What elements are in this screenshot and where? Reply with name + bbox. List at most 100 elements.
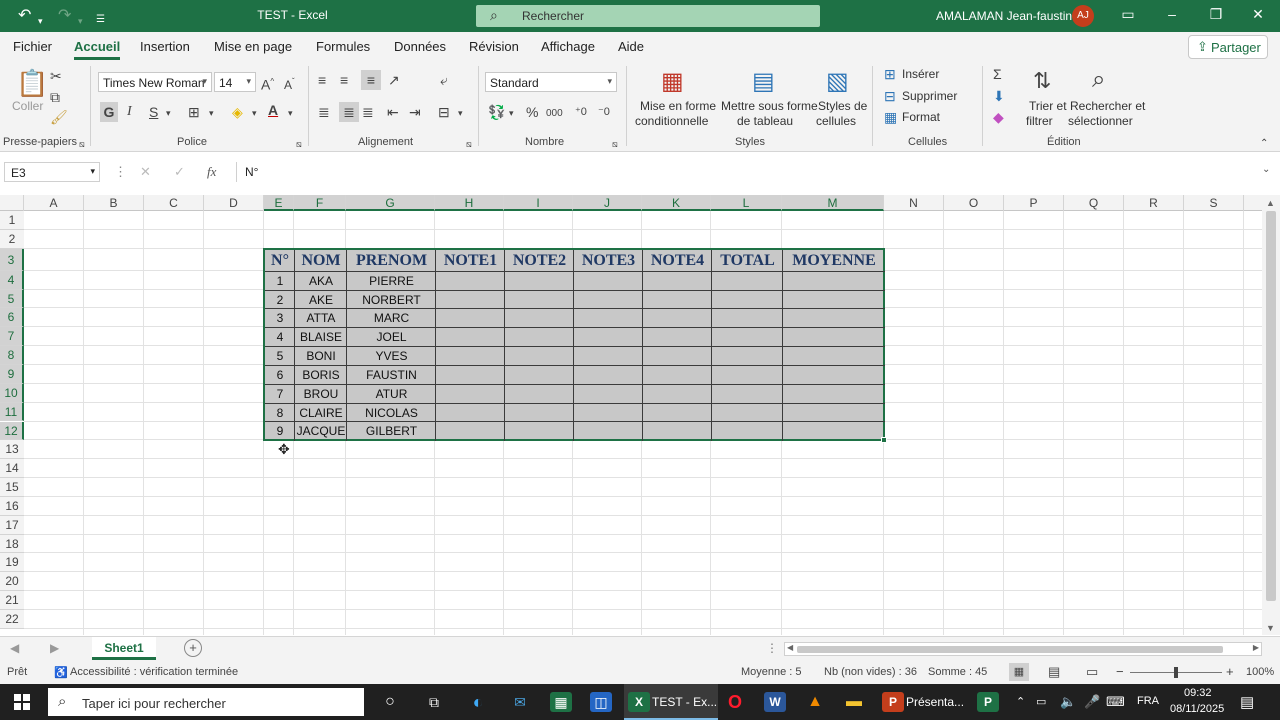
notifications-icon[interactable]: ▤ bbox=[1240, 693, 1254, 711]
wrap-text-icon[interactable]: ⤶ bbox=[440, 72, 448, 88]
share-button[interactable]: ⇪ Partager bbox=[1188, 35, 1268, 59]
mise-en-forme-label-2[interactable]: conditionnelle bbox=[635, 114, 708, 129]
row-header-15[interactable]: 15 bbox=[0, 478, 24, 497]
fill-color-icon[interactable]: ◈ bbox=[232, 104, 243, 120]
minimize-icon[interactable]: – bbox=[1162, 6, 1182, 22]
row-header-4[interactable]: 4 bbox=[0, 270, 24, 290]
ribbon-display-icon[interactable]: ▭ bbox=[1118, 6, 1138, 23]
mettre-tableau-label-1[interactable]: Mettre sous forme bbox=[721, 99, 818, 114]
row-header-18[interactable]: 18 bbox=[0, 534, 24, 554]
column-header-e[interactable]: E bbox=[264, 195, 294, 211]
row-header-22[interactable]: 22 bbox=[0, 610, 24, 629]
tab-fichier[interactable]: Fichier bbox=[13, 39, 52, 54]
launcher-icon[interactable]: ⧅ bbox=[296, 136, 302, 152]
table-cell[interactable]: BROU bbox=[295, 385, 347, 404]
row-header-5[interactable]: 5 bbox=[0, 289, 24, 309]
column-header-m[interactable]: M bbox=[782, 195, 884, 211]
sort-label-1[interactable]: Trier et bbox=[1029, 99, 1067, 114]
battery-icon[interactable]: ▭ bbox=[1036, 695, 1046, 708]
table-cell[interactable]: NICOLAS bbox=[347, 404, 436, 423]
table-cell[interactable]: BORIS bbox=[295, 366, 347, 385]
column-header-f[interactable]: F bbox=[294, 195, 346, 211]
table-cell[interactable]: YVES bbox=[347, 347, 436, 366]
decrease-indent-icon[interactable]: ⇤ bbox=[387, 104, 399, 120]
italic-button[interactable]: I bbox=[127, 104, 132, 120]
shrink-font-icon[interactable]: Aˇ bbox=[284, 74, 295, 93]
thousands-separator-icon[interactable]: 000 bbox=[546, 106, 563, 122]
delete-label[interactable]: Supprimer bbox=[902, 89, 957, 104]
cancel-icon[interactable]: ✕ bbox=[140, 164, 151, 180]
taskbar-search[interactable]: ⌕ Taper ici pour rechercher bbox=[48, 688, 364, 716]
table-header-cell[interactable]: NOM bbox=[295, 250, 347, 272]
table-header-cell[interactable]: NOTE4 bbox=[643, 250, 712, 272]
opera-icon[interactable]: O bbox=[724, 692, 746, 712]
vertical-scrollbar[interactable]: ▲ ▼ bbox=[1262, 195, 1280, 635]
zoom-in-icon[interactable]: + bbox=[1226, 664, 1234, 679]
column-header-c[interactable]: C bbox=[144, 195, 204, 211]
tab-accueil[interactable]: Accueil bbox=[74, 39, 121, 60]
horizontal-scrollbar[interactable]: ◀ ▶ bbox=[784, 642, 1262, 656]
launcher-icon[interactable]: ⧅ bbox=[466, 136, 472, 152]
format-label[interactable]: Format bbox=[902, 110, 940, 125]
close-icon[interactable]: ✕ bbox=[1248, 6, 1268, 23]
confirm-icon[interactable]: ✓ bbox=[174, 164, 185, 180]
normal-view-icon[interactable]: ▦ bbox=[1009, 663, 1029, 681]
format-painter-icon[interactable]: 🖌 bbox=[50, 109, 68, 125]
tab-aide[interactable]: Aide bbox=[618, 39, 644, 54]
table-cell[interactable]: AKA bbox=[295, 272, 347, 291]
keyboard-icon[interactable]: ⌨ bbox=[1106, 694, 1125, 710]
table-cell[interactable]: BLAISE bbox=[295, 328, 347, 347]
table-cell[interactable]: FAUSTIN bbox=[347, 366, 436, 385]
restore-icon[interactable]: ❐ bbox=[1206, 6, 1226, 23]
paste-label[interactable]: Coller bbox=[12, 99, 43, 114]
taskbar-item-excel[interactable]: X TEST - Ex... bbox=[624, 684, 718, 720]
column-header-a[interactable]: A bbox=[24, 195, 84, 211]
sort-label-2[interactable]: filtrer bbox=[1026, 114, 1053, 129]
row-header-21[interactable]: 21 bbox=[0, 591, 24, 610]
table-cell[interactable]: 7 bbox=[265, 385, 295, 404]
volume-icon[interactable]: 🔈 bbox=[1060, 694, 1076, 710]
table-cell[interactable]: JOEL bbox=[347, 328, 436, 347]
page-break-icon[interactable]: ▭ bbox=[1086, 664, 1098, 680]
spreadsheet-grid[interactable]: ABCDEFGHIJKLMNOPQRS 1 2 3 4 5 6 7 8 9 10 11 12 13 14 1… bbox=[0, 195, 1262, 635]
row-header-1[interactable]: 1 bbox=[0, 211, 24, 230]
row-header-10[interactable]: 10 bbox=[0, 383, 24, 403]
insert-cells-icon[interactable]: ⊞ bbox=[884, 66, 896, 82]
chevron-down-icon[interactable]: ▾ bbox=[166, 105, 171, 121]
next-sheet-icon[interactable]: ▶ bbox=[50, 641, 59, 655]
clear-icon[interactable]: ◆ bbox=[993, 109, 1004, 125]
insert-function-icon[interactable]: fx bbox=[207, 164, 216, 180]
expand-formula-icon[interactable]: ⌄ bbox=[1262, 164, 1270, 175]
table-cell[interactable]: 6 bbox=[265, 366, 295, 385]
launcher-icon[interactable]: ⧅ bbox=[79, 136, 85, 152]
orientation-icon[interactable]: ↗ bbox=[388, 72, 400, 88]
bold-button[interactable]: G bbox=[100, 102, 118, 122]
row-header-14[interactable]: 14 bbox=[0, 459, 24, 479]
fill-icon[interactable]: ⬇ bbox=[993, 88, 1005, 104]
align-bottom-icon[interactable]: ≡ bbox=[361, 70, 381, 90]
percent-icon[interactable]: % bbox=[526, 104, 538, 120]
table-cell[interactable]: 9 bbox=[265, 422, 295, 441]
find-label-2[interactable]: sélectionner bbox=[1068, 114, 1133, 129]
chevron-down-icon[interactable]: ▾ bbox=[458, 105, 463, 121]
row-header-16[interactable]: 16 bbox=[0, 496, 24, 516]
task-view-icon[interactable]: ⧉ bbox=[423, 692, 445, 712]
user-name[interactable]: AMALAMAN Jean-faustin bbox=[936, 9, 1072, 23]
column-header-q[interactable]: Q bbox=[1064, 195, 1124, 211]
autosum-icon[interactable]: Σ bbox=[993, 66, 1002, 82]
column-header-n[interactable]: N bbox=[884, 195, 944, 211]
table-cell[interactable]: NORBERT bbox=[347, 291, 436, 310]
scroll-up-icon[interactable]: ▲ bbox=[1266, 198, 1275, 208]
column-header-k[interactable]: K bbox=[642, 195, 711, 211]
windows-start-icon[interactable] bbox=[14, 694, 30, 710]
table-header-cell[interactable]: NOTE3 bbox=[574, 250, 643, 272]
insert-label[interactable]: Insérer bbox=[902, 67, 939, 82]
column-header-g[interactable]: G bbox=[346, 195, 435, 211]
edge-icon[interactable]: ◐ bbox=[467, 692, 489, 712]
table-cell[interactable]: GILBERT bbox=[347, 422, 436, 441]
table-header-cell[interactable]: NOTE2 bbox=[505, 250, 574, 272]
zoom-out-icon[interactable]: − bbox=[1116, 664, 1124, 679]
store-icon[interactable]: ◫ bbox=[590, 692, 612, 712]
scroll-down-icon[interactable]: ▼ bbox=[1266, 623, 1275, 633]
column-header-h[interactable]: H bbox=[435, 195, 504, 211]
